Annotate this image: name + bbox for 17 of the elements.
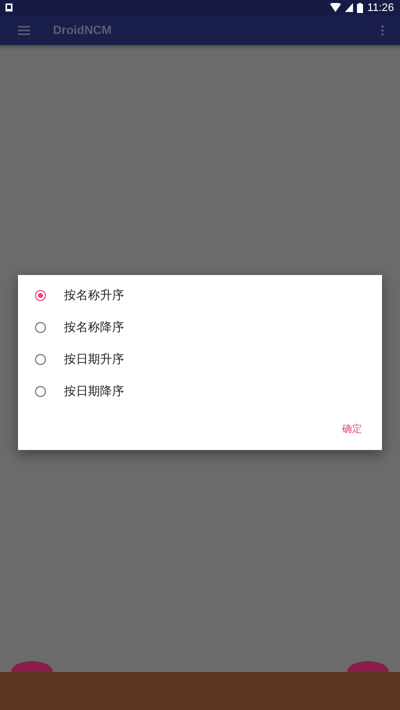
menu-icon[interactable] bbox=[18, 26, 30, 34]
battery-icon bbox=[357, 2, 364, 12]
signal-icon bbox=[345, 3, 354, 12]
radio-button[interactable] bbox=[35, 322, 46, 332]
confirm-button[interactable]: 确定 bbox=[340, 418, 364, 440]
notification-icon bbox=[5, 3, 13, 12]
sort-option-label[interactable]: 按日期降序 bbox=[64, 382, 124, 400]
sort-option-label[interactable]: 按日期升序 bbox=[64, 350, 124, 368]
wifi-icon bbox=[330, 3, 342, 12]
radio-button[interactable] bbox=[35, 386, 46, 396]
more-options-icon[interactable] bbox=[381, 24, 384, 36]
radio-button[interactable] bbox=[35, 290, 46, 300]
radio-button[interactable] bbox=[35, 354, 46, 364]
clock: 11:26 bbox=[367, 2, 394, 14]
sort-option-label[interactable]: 按名称升序 bbox=[64, 286, 124, 304]
app-title: DroidNCM bbox=[53, 23, 113, 37]
sort-option-label[interactable]: 按名称降序 bbox=[64, 318, 124, 336]
